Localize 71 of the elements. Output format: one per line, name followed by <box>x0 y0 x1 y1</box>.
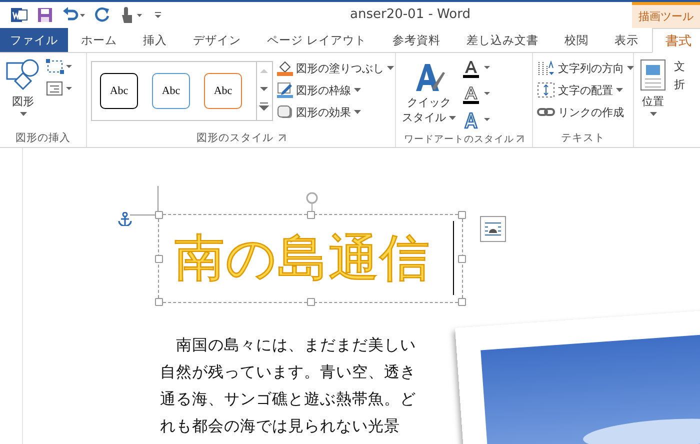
quick-styles-button[interactable]: クイック スタイル <box>400 57 458 131</box>
anchor-icon <box>118 212 132 226</box>
caret-icon <box>354 88 361 92</box>
resize-handle[interactable] <box>458 211 466 219</box>
resize-handle[interactable] <box>155 211 163 219</box>
wordart-heading: 南の島通信 <box>174 228 432 289</box>
ribbon-tab[interactable]: ホーム <box>68 28 130 52</box>
touch-mode-icon[interactable] <box>120 6 144 24</box>
resize-handle[interactable] <box>458 255 466 263</box>
save-icon[interactable] <box>37 7 53 23</box>
pen-icon <box>277 82 293 98</box>
shape-effect-icon <box>277 104 293 120</box>
crop-mark-drawing <box>130 186 160 216</box>
shape-style-preset[interactable]: Abc <box>152 73 190 109</box>
text-command[interactable]: 文字列の方向 <box>537 59 634 77</box>
customize-toolbar-icon[interactable] <box>153 9 163 21</box>
layout-options-icon[interactable] <box>480 216 506 242</box>
text-effects-icon[interactable] <box>462 111 492 131</box>
ribbon-tab[interactable]: デザイン <box>180 28 254 52</box>
caret-icon <box>627 66 634 70</box>
shape-format-command[interactable]: 図形の塗りつぶし <box>277 59 394 77</box>
ribbon-tab[interactable]: 参考資料 <box>380 28 454 52</box>
arrange-button[interactable]: 位置 <box>638 57 668 147</box>
shape-style-preset[interactable]: Abc <box>100 73 138 109</box>
resize-handle[interactable] <box>458 298 466 306</box>
caret-icon <box>387 66 394 70</box>
group-label: テキスト <box>561 131 605 145</box>
body-paragraph: 南国の島々には、まだまだ美しい 自然が残っています。青い空、透き 通る海、サンゴ礁と遊ぶ熱帯魚。ど れも都会の海では見られない光景 <box>160 335 416 437</box>
redo-icon[interactable] <box>95 7 111 23</box>
edit-points-icon[interactable] <box>46 59 72 75</box>
rotate-handle-icon[interactable] <box>305 192 319 212</box>
ribbon-tab[interactable]: 挿入 <box>130 28 180 52</box>
caret-icon <box>616 88 623 92</box>
text-fill-icon[interactable] <box>462 59 492 79</box>
resize-handle[interactable] <box>307 211 315 219</box>
dialog-launcher-icon[interactable] <box>278 134 286 142</box>
shape-format-command[interactable]: 図形の効果 <box>277 103 394 121</box>
position-icon <box>640 59 666 91</box>
shape-format-command[interactable]: 図形の枠線 <box>277 81 394 99</box>
ribbon-tab[interactable]: ページ レイアウト <box>254 28 380 52</box>
group-label: 図形のスタイル <box>196 131 274 145</box>
caret-icon <box>354 110 361 114</box>
window-title: anser20-01 - Word <box>350 7 470 22</box>
arrange-button[interactable]: 文 折 <box>672 57 687 147</box>
context-tab-label: 描画ツール <box>632 2 700 28</box>
caret-icon <box>20 112 26 116</box>
ribbon-tab[interactable]: 差し込み文書 <box>454 28 552 52</box>
paint-bucket-icon <box>277 60 293 76</box>
text-outline-icon[interactable] <box>462 85 492 105</box>
shapes-icon <box>6 59 40 91</box>
text-direction-icon <box>537 60 555 76</box>
resize-handle[interactable] <box>307 298 315 306</box>
shapes-button[interactable]: 図形 <box>4 57 42 129</box>
ribbon-tab[interactable]: 表示 <box>602 28 652 52</box>
group-label: 図形の挿入 <box>16 131 70 145</box>
group-label: ワードアートのスタイル <box>404 132 514 146</box>
resize-handle[interactable] <box>155 298 163 306</box>
text-box-icon[interactable] <box>46 81 72 97</box>
undo-icon[interactable] <box>62 7 86 23</box>
ribbon-tab[interactable]: 校閲 <box>552 28 602 52</box>
word-app-icon[interactable] <box>10 6 28 24</box>
caret-icon <box>449 116 456 120</box>
shape-style-preset[interactable]: Abc <box>204 73 242 109</box>
ribbon-tab[interactable]: 書式 <box>652 28 700 53</box>
align-text-icon <box>537 82 555 98</box>
text-command[interactable]: リンクの作成 <box>537 103 634 121</box>
resize-handle[interactable] <box>155 255 163 263</box>
dialog-launcher-icon[interactable] <box>516 135 524 143</box>
text-command[interactable]: 文字の配置 <box>537 81 634 99</box>
caret-icon <box>650 112 656 116</box>
ribbon-tab[interactable]: ファイル <box>0 28 68 52</box>
